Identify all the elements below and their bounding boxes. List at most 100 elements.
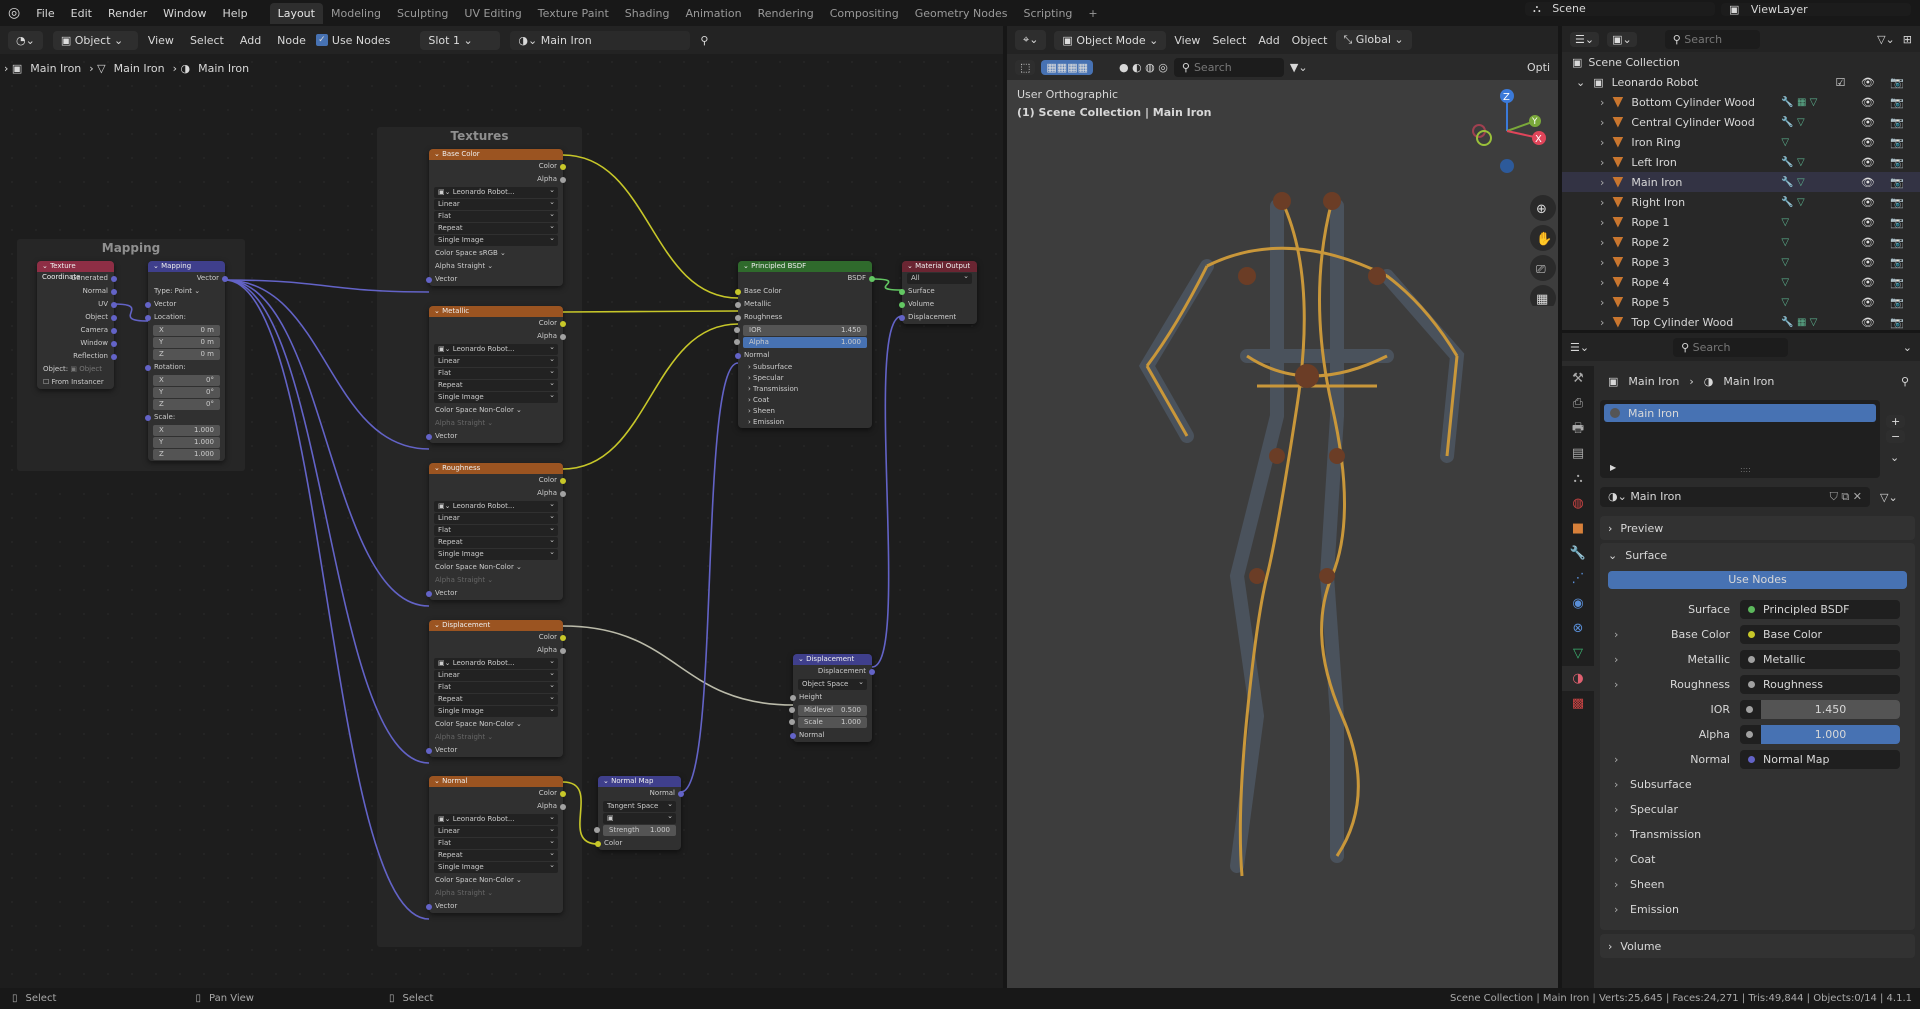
socket-output[interactable] (869, 669, 875, 675)
visibility-toggles[interactable]: 👁 📷 (1861, 176, 1910, 189)
node-panel-toggle[interactable]: › Sheen (738, 406, 872, 417)
node-dropdown[interactable]: Repeat (434, 535, 558, 548)
menu-select[interactable]: Select (190, 34, 224, 47)
color-space-select[interactable]: Non-Color ⌄ (479, 563, 522, 571)
alpha-select[interactable]: Straight ⌄ (457, 419, 493, 427)
options-button[interactable]: Opti (1527, 61, 1550, 74)
node-panel-toggle[interactable]: › Coat (738, 395, 872, 406)
slot-menu-icon[interactable]: ⌄ (1886, 451, 1905, 464)
link-mesh-icon[interactable]: ▽⌄ (1874, 491, 1898, 504)
outliner-item[interactable]: › Main Iron 🔧 ▽ 👁 📷 (1562, 172, 1920, 192)
breadcrumb-item[interactable]: Main Iron (198, 62, 249, 75)
node-value-field[interactable]: Alpha 1.000 (734, 337, 867, 348)
property-link-field[interactable]: Principled BSDF (1740, 600, 1900, 619)
expand-chevron-icon[interactable]: › (1600, 296, 1604, 309)
tab-sculpting[interactable]: Sculpting (389, 7, 456, 20)
menu-file[interactable]: File (28, 7, 62, 20)
socket-output[interactable] (678, 791, 684, 797)
zoom-icon[interactable]: ⊕ (1530, 195, 1556, 221)
outliner-item[interactable]: › Right Iron 🔧 ▽ 👁 📷 (1562, 192, 1920, 212)
socket-output[interactable] (560, 478, 566, 484)
node-header[interactable]: ⌄ Principled BSDF (738, 261, 872, 272)
resize-handle[interactable]: :::: (1740, 465, 1751, 474)
render-icon[interactable]: ⎙ (1562, 391, 1594, 416)
alpha-field[interactable]: 1.000 (1740, 725, 1900, 744)
expand-chevron-icon[interactable]: › (1614, 803, 1618, 816)
socket-input[interactable] (426, 748, 432, 754)
robot-model[interactable] (1087, 156, 1487, 976)
node-material-output[interactable]: ⌄ Material OutputAllSurfaceVolumeDisplac… (899, 261, 977, 324)
socket-input[interactable] (426, 277, 432, 283)
outliner-item[interactable]: › Top Cylinder Wood 🔧 ▦ ▽ 👁 📷 (1562, 312, 1920, 332)
outliner-item[interactable]: › Left Iron 🔧 ▽ 👁 📷 (1562, 152, 1920, 172)
node-value-field[interactable]: Strength 1.000 (594, 825, 676, 836)
socket-output[interactable] (560, 334, 566, 340)
node-value-field[interactable]: Z 0 m (153, 349, 220, 360)
subpanel-specular[interactable]: › Specular (1600, 797, 1915, 822)
socket-input[interactable] (789, 719, 795, 725)
socket-input[interactable] (899, 289, 905, 295)
socket-output[interactable] (111, 315, 117, 321)
socket-input[interactable] (145, 365, 151, 371)
breadcrumb-item[interactable]: Main Iron (114, 62, 165, 75)
expand-chevron-icon[interactable]: › (1600, 156, 1604, 169)
from-instancer-checkbox[interactable]: ☐ From Instancer (37, 376, 114, 389)
slot-select[interactable]: Slot 1 ⌄ (420, 30, 501, 50)
tab-modeling[interactable]: Modeling (323, 7, 389, 20)
expand-chevron-icon[interactable]: › (1600, 256, 1604, 269)
visibility-toggles[interactable]: 👁 📷 (1861, 116, 1910, 129)
socket-output[interactable] (560, 804, 566, 810)
pin-icon[interactable]: ⚲ (700, 34, 708, 47)
visibility-toggles[interactable]: 👁 📷 (1861, 256, 1910, 269)
property-link-field[interactable]: Roughness (1740, 675, 1900, 694)
physics-icon[interactable]: ◉ (1562, 591, 1594, 616)
panel-surface-header[interactable]: ⌄ Surface (1600, 543, 1915, 567)
color-space-select[interactable]: Non-Color ⌄ (479, 406, 522, 414)
node-panel-toggle[interactable]: › Specular (738, 373, 872, 384)
expand-chevron-icon[interactable]: › (1614, 628, 1618, 641)
node-header[interactable]: ⌄ Normal Map (598, 776, 681, 787)
display-mode-button[interactable]: ☰⌄ (1570, 31, 1600, 47)
view-layer-icon[interactable]: ▤ (1562, 441, 1594, 466)
subpanel-subsurface[interactable]: › Subsurface (1600, 772, 1915, 797)
outliner-item[interactable]: › Rope 2 ▽ 👁 📷 (1562, 232, 1920, 252)
filter-icon[interactable]: ▼⌄ (1290, 61, 1308, 74)
space-select[interactable]: Object Space (798, 677, 867, 690)
outliner-item[interactable]: › Iron Ring ▽ 👁 📷 (1562, 132, 1920, 152)
menu-select[interactable]: Select (1212, 34, 1246, 47)
image-selector[interactable]: ▣⌄ Leonardo Robot... (434, 185, 558, 198)
scene-selector[interactable]: ⛬ Scene (1525, 2, 1715, 16)
scene-collection-row[interactable]: ▣ Scene Collection (1562, 52, 1920, 72)
node-header[interactable]: ⌄ Displacement (793, 654, 872, 665)
outliner-item[interactable]: › Rope 3 ▽ 👁 📷 (1562, 252, 1920, 272)
collapse-chevron-icon[interactable]: ⌄ (1903, 341, 1912, 354)
alpha-select[interactable]: Straight ⌄ (457, 889, 493, 897)
node-texture-coordinate[interactable]: ⌄ Texture Coordinate Generated Normal UV Obj… (37, 261, 117, 389)
menu-render[interactable]: Render (100, 7, 155, 20)
socket-input[interactable] (790, 695, 796, 701)
object-field[interactable]: Object: ▣ Object (37, 363, 114, 376)
socket-input[interactable] (735, 353, 741, 359)
socket-output[interactable] (222, 276, 228, 282)
socket-output[interactable] (560, 321, 566, 327)
image-selector[interactable]: ▣⌄ Leonardo Robot... (434, 499, 558, 512)
visibility-toggles[interactable]: 👁 📷 (1861, 276, 1910, 289)
expand-icon[interactable]: ▶ (1610, 463, 1616, 472)
node-value-field[interactable]: Z 0° (153, 399, 220, 410)
expand-chevron-icon[interactable]: › (1600, 196, 1604, 209)
texture-icon[interactable]: ▩ (1562, 691, 1594, 716)
node-header[interactable]: ⌄ Mapping (148, 261, 225, 272)
menu-window[interactable]: Window (155, 7, 214, 20)
color-space-select[interactable]: sRGB ⌄ (479, 249, 506, 257)
socket-input[interactable] (734, 339, 740, 345)
remove-slot-button[interactable]: − (1886, 429, 1906, 443)
node-dropdown[interactable]: Linear (434, 668, 558, 681)
breadcrumb-item[interactable]: Main Iron (30, 62, 81, 75)
socket-input[interactable] (594, 827, 600, 833)
outliner-search[interactable]: ⚲ Search (1664, 29, 1760, 49)
socket-input[interactable] (145, 315, 151, 321)
alpha-select[interactable]: Straight ⌄ (457, 262, 493, 270)
node-displacement[interactable]: ⌄ DisplacementDisplacementObject SpaceHe… (789, 654, 875, 742)
node-dropdown[interactable]: Linear (434, 511, 558, 524)
tab-animation[interactable]: Animation (677, 7, 749, 20)
